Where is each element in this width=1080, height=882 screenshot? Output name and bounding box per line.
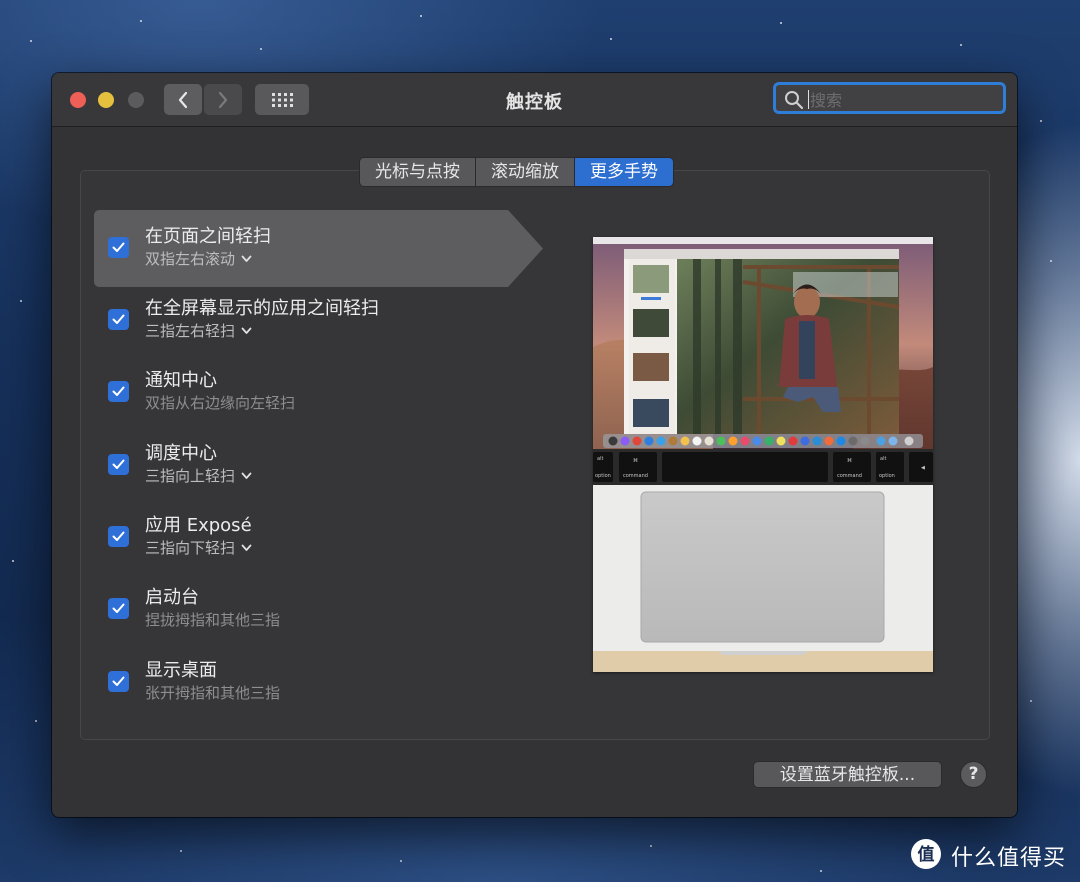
trackpad-preferences-window: 触控板 光标与点按 滚动缩放 更多手势 在页面之间轻扫 双指左右滚动	[52, 73, 1017, 817]
gesture-row-swipe-between-pages[interactable]: 在页面之间轻扫 双指左右滚动	[94, 210, 544, 287]
checkmark-icon	[112, 676, 125, 686]
search-field[interactable]	[773, 82, 1006, 114]
gesture-title: 应用 Exposé	[145, 515, 252, 536]
gesture-title: 启动台	[145, 587, 199, 608]
chevron-down-icon	[241, 255, 252, 262]
gesture-title: 在页面之间轻扫	[145, 226, 271, 247]
gesture-option-dropdown[interactable]: 三指向上轻扫	[145, 465, 252, 486]
svg-text:值: 值	[918, 844, 935, 865]
gesture-row-show-desktop[interactable]: 显示桌面 张开拇指和其他三指	[94, 644, 544, 721]
gesture-row-notification-center[interactable]: 通知中心 双指从右边缘向左轻扫	[94, 354, 544, 431]
tab-point-and-click[interactable]: 光标与点按	[359, 157, 476, 187]
key-symbol-option-left: alt	[597, 456, 603, 462]
gesture-description: 双指从右边缘向左轻扫	[145, 394, 296, 412]
gesture-option-dropdown[interactable]: 三指左右轻扫	[145, 320, 252, 341]
gesture-option-label: 三指左右轻扫	[145, 322, 236, 340]
gesture-row-swipe-between-full-screen-apps[interactable]: 在全屏幕显示的应用之间轻扫 三指左右轻扫	[94, 282, 544, 359]
gesture-checkbox[interactable]	[108, 671, 129, 692]
gesture-title: 显示桌面	[145, 660, 217, 681]
gesture-checkbox[interactable]	[108, 237, 129, 258]
gesture-checkbox[interactable]	[108, 381, 129, 402]
setup-bluetooth-trackpad-button[interactable]: 设置蓝牙触控板...	[753, 761, 942, 788]
help-button[interactable]: ?	[960, 761, 987, 788]
gesture-checkbox[interactable]	[108, 598, 129, 619]
watermark-logo-icon: 值	[911, 839, 941, 869]
text-caret	[808, 90, 809, 109]
gesture-checkbox[interactable]	[108, 526, 129, 547]
gesture-row-mission-control[interactable]: 调度中心 三指向上轻扫	[94, 427, 544, 504]
checkmark-icon	[112, 386, 125, 396]
gesture-title: 通知中心	[145, 370, 217, 391]
watermark-text: 什么值得买	[951, 846, 1067, 871]
gesture-option-label: 三指向下轻扫	[145, 539, 236, 557]
tab-more-gestures[interactable]: 更多手势	[574, 157, 674, 187]
chevron-down-icon	[241, 544, 252, 551]
key-label-option-right: option	[879, 473, 895, 479]
checkmark-icon	[112, 603, 125, 613]
gesture-row-app-expose[interactable]: 应用 Exposé 三指向下轻扫	[94, 499, 544, 576]
gesture-description: 捏拢拇指和其他三指	[145, 611, 281, 629]
gesture-option-dropdown[interactable]: 双指左右滚动	[145, 248, 252, 269]
search-icon	[785, 91, 804, 110]
tab-scroll-and-zoom[interactable]: 滚动缩放	[475, 157, 575, 187]
key-symbol-command-left: ⌘	[633, 458, 638, 464]
checkmark-icon	[112, 314, 125, 324]
gesture-option-label: 三指向上轻扫	[145, 467, 236, 485]
title-bar: 触控板	[52, 73, 1017, 127]
chevron-down-icon	[241, 327, 252, 334]
key-symbol-command-right: ⌘	[847, 458, 852, 464]
tab-bar: 光标与点按 滚动缩放 更多手势	[359, 157, 674, 187]
gesture-option-dropdown[interactable]: 三指向下轻扫	[145, 537, 252, 558]
gesture-row-launchpad[interactable]: 启动台 捏拢拇指和其他三指	[94, 571, 544, 648]
macbook-preview-illustration: alt option ⌘ command ⌘ command alt optio…	[593, 237, 933, 672]
gesture-title: 在全屏幕显示的应用之间轻扫	[145, 298, 379, 319]
gesture-checkbox[interactable]	[108, 309, 129, 330]
key-symbol-option-right: alt	[880, 456, 886, 462]
checkmark-icon	[112, 459, 125, 469]
checkmark-icon	[112, 531, 125, 541]
key-label-command-right: command	[837, 473, 862, 479]
gesture-checkbox[interactable]	[108, 454, 129, 475]
svg-text:◀: ◀	[921, 465, 925, 471]
checkmark-icon	[112, 242, 125, 252]
gesture-title: 调度中心	[145, 443, 217, 464]
gesture-description: 张开拇指和其他三指	[145, 684, 281, 702]
gesture-preview-video: alt option ⌘ command ⌘ command alt optio…	[593, 237, 933, 672]
key-label-command-left: command	[623, 473, 648, 479]
key-label-option-left: option	[595, 473, 611, 479]
gesture-option-label: 双指左右滚动	[145, 250, 236, 268]
chevron-down-icon	[241, 472, 252, 479]
search-input[interactable]	[808, 88, 1002, 112]
